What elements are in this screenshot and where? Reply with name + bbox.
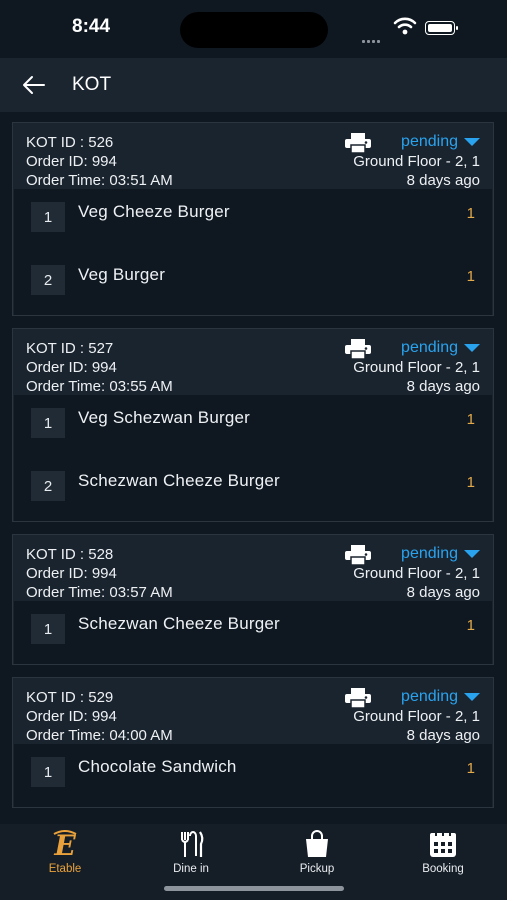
kot-items: 1 Veg Cheeze Burger 1 2 Veg Burger 1	[14, 189, 492, 315]
signal-icon	[362, 30, 386, 43]
back-arrow-icon[interactable]	[22, 75, 46, 95]
item-quantity: 1	[466, 617, 475, 634]
item-quantity: 1	[466, 760, 475, 777]
kot-items: 1 Schezwan Cheeze Burger 1	[14, 601, 492, 664]
item-name: Schezwan Cheeze Burger	[78, 471, 280, 490]
list-item: 1 Schezwan Cheeze Burger 1	[14, 601, 492, 664]
status-label: pending	[401, 133, 458, 150]
printer-icon[interactable]	[345, 133, 371, 154]
kot-id: KOT ID : 527	[26, 340, 114, 357]
kot-list[interactable]: KOT ID : 526 Order ID: 994 Order Time: 03:…	[0, 112, 507, 824]
kot-card-header: KOT ID : 528 Order ID: 994 Order Time: 03:…	[13, 535, 493, 601]
kot-card[interactable]: KOT ID : 526 Order ID: 994 Order Time: 03:…	[12, 122, 494, 316]
kot-items: 1 Veg Schezwan Burger 1 2 Schezwan Cheeze Bu…	[14, 395, 492, 521]
kot-id: KOT ID : 529	[26, 689, 114, 706]
dynamic-island	[180, 12, 328, 48]
chevron-down-icon	[464, 138, 480, 146]
home-indicator[interactable]	[164, 886, 344, 891]
item-number: 1	[31, 614, 65, 644]
list-item: 1 Veg Cheeze Burger 1	[14, 189, 492, 252]
order-time: Order Time: 04:00 AM	[26, 727, 173, 744]
time-ago: 8 days ago	[406, 584, 480, 601]
chevron-down-icon	[464, 344, 480, 352]
status-bar: 8:44	[0, 0, 507, 58]
fork-knife-icon	[176, 830, 206, 858]
status-label: pending	[401, 339, 458, 356]
tab-label: Pickup	[299, 863, 335, 875]
status-dropdown[interactable]: pending	[401, 545, 480, 563]
item-number: 1	[31, 408, 65, 438]
printer-icon[interactable]	[345, 339, 371, 360]
kot-id: KOT ID : 528	[26, 546, 114, 563]
location: Ground Floor - 2, 1	[353, 359, 480, 376]
shopping-bag-icon	[302, 830, 332, 858]
status-dropdown[interactable]: pending	[401, 688, 480, 706]
tab-label: Booking	[422, 863, 464, 875]
tab-dine-in[interactable]: Dine in	[128, 830, 254, 890]
calendar-icon	[428, 830, 458, 858]
kot-id: KOT ID : 526	[26, 134, 114, 151]
item-number: 2	[31, 471, 65, 501]
wifi-icon	[393, 17, 417, 35]
item-quantity: 1	[466, 268, 475, 285]
tab-booking[interactable]: Booking	[380, 830, 506, 890]
etable-logo-icon: E	[50, 829, 80, 862]
battery-icon	[425, 21, 458, 35]
top-app-bar: KOT	[0, 58, 507, 112]
chevron-down-icon	[464, 550, 480, 558]
chevron-down-icon	[464, 693, 480, 701]
location: Ground Floor - 2, 1	[353, 708, 480, 725]
svg-text:E: E	[53, 830, 76, 858]
kot-items: 1 Chocolate Sandwich 1	[14, 744, 492, 807]
tab-etable[interactable]: E Etable	[2, 829, 128, 890]
time-ago: 8 days ago	[406, 378, 480, 395]
time-ago: 8 days ago	[406, 727, 480, 744]
order-time: Order Time: 03:55 AM	[26, 378, 173, 395]
order-time: Order Time: 03:51 AM	[26, 172, 173, 189]
tab-label: Etable	[48, 863, 82, 875]
list-item: 1 Chocolate Sandwich 1	[14, 744, 492, 807]
kot-card-header: KOT ID : 527 Order ID: 994 Order Time: 03:…	[13, 329, 493, 395]
order-id: Order ID: 994	[26, 153, 117, 170]
kot-card[interactable]: KOT ID : 529 Order ID: 994 Order Time: 04:…	[12, 677, 494, 808]
list-item: 2 Schezwan Cheeze Burger 1	[14, 458, 492, 521]
item-name: Veg Cheeze Burger	[78, 202, 230, 221]
status-dropdown[interactable]: pending	[401, 339, 480, 357]
kot-card-header: KOT ID : 529 Order ID: 994 Order Time: 04:…	[13, 678, 493, 744]
location: Ground Floor - 2, 1	[353, 153, 480, 170]
status-dropdown[interactable]: pending	[401, 133, 480, 151]
item-quantity: 1	[466, 411, 475, 428]
status-label: pending	[401, 688, 458, 705]
list-item: 2 Veg Burger 1	[14, 252, 492, 315]
order-time: Order Time: 03:57 AM	[26, 584, 173, 601]
order-id: Order ID: 994	[26, 565, 117, 582]
location: Ground Floor - 2, 1	[353, 565, 480, 582]
item-quantity: 1	[466, 474, 475, 491]
item-number: 1	[31, 202, 65, 232]
kot-card[interactable]: KOT ID : 527 Order ID: 994 Order Time: 03:…	[12, 328, 494, 522]
tab-pickup[interactable]: Pickup	[254, 830, 380, 890]
printer-icon[interactable]	[345, 688, 371, 709]
printer-icon[interactable]	[345, 545, 371, 566]
order-id: Order ID: 994	[26, 708, 117, 725]
item-number: 2	[31, 265, 65, 295]
tab-label: Dine in	[173, 863, 209, 875]
item-number: 1	[31, 757, 65, 787]
item-name: Veg Schezwan Burger	[78, 408, 251, 427]
status-label: pending	[401, 545, 458, 562]
order-id: Order ID: 994	[26, 359, 117, 376]
list-item: 1 Veg Schezwan Burger 1	[14, 395, 492, 458]
item-name: Chocolate Sandwich	[78, 757, 237, 776]
page-title: KOT	[72, 74, 112, 95]
kot-card-header: KOT ID : 526 Order ID: 994 Order Time: 03:…	[13, 123, 493, 189]
kot-card[interactable]: KOT ID : 528 Order ID: 994 Order Time: 03:…	[12, 534, 494, 665]
item-name: Schezwan Cheeze Burger	[78, 614, 280, 633]
time-ago: 8 days ago	[406, 172, 480, 189]
status-time: 8:44	[72, 16, 111, 37]
item-name: Veg Burger	[78, 265, 166, 284]
item-quantity: 1	[466, 205, 475, 222]
